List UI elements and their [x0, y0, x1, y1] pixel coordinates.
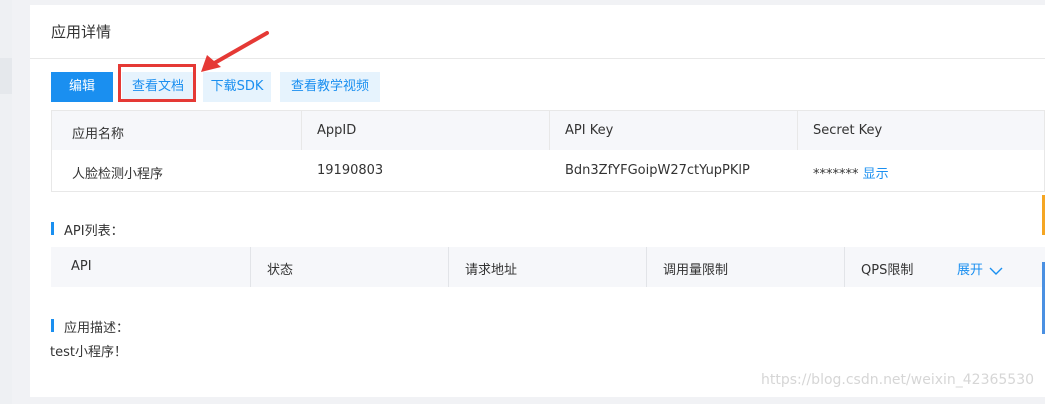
header-qps-limit: QPS限制 — [861, 263, 914, 278]
app-info-header-row — [52, 111, 1044, 150]
side-strip — [0, 0, 12, 404]
section-marker — [51, 222, 54, 235]
side-strip-marker — [0, 58, 12, 94]
column-divider — [844, 247, 845, 287]
header-api-key: API Key — [565, 123, 614, 138]
column-divider — [301, 111, 302, 150]
api-list-label: API列表： — [64, 224, 124, 239]
description-section-label: 应用描述： — [51, 317, 129, 336]
api-list-header-row: API 状态 请求地址 调用量限制 QPS限制 展开 — [51, 247, 1045, 287]
secret-key-cell: ******* 显示 — [813, 163, 889, 182]
column-divider — [448, 247, 449, 287]
annotation-arrow-icon — [201, 31, 269, 72]
column-divider — [797, 111, 798, 150]
title-divider — [30, 58, 1045, 59]
header-app-name: 应用名称 — [72, 127, 125, 142]
header-status: 状态 — [267, 263, 294, 278]
app-detail-panel: 应用详情 编辑 查看文档 下载SDK 查看教学视频 应用名称 AppID API… — [30, 5, 1045, 397]
header-secret-key: Secret Key — [813, 123, 883, 138]
expand-label: 展开 — [957, 263, 984, 278]
column-divider — [250, 247, 251, 287]
api-key-value: Bdn3ZfYFGoipW27ctYupPKlP — [565, 163, 750, 178]
watermark: https://blog.csdn.net/weixin_42365530 — [761, 372, 1035, 388]
header-api: API — [71, 259, 92, 274]
view-tutorial-video-button[interactable]: 查看教学视频 — [280, 72, 380, 102]
annotation-highlight-box — [118, 64, 196, 102]
description-label: 应用描述： — [64, 321, 130, 336]
description-text: test小程序！ — [50, 345, 127, 360]
header-request-url: 请求地址 — [465, 263, 518, 278]
edit-button[interactable]: 编辑 — [51, 72, 113, 102]
section-marker — [51, 319, 54, 332]
expand-toggle[interactable]: 展开 — [957, 259, 1003, 278]
header-call-limit: 调用量限制 — [663, 263, 729, 278]
app-name-value: 人脸检测小程序 — [72, 167, 164, 182]
secret-key-masked: ******* — [813, 167, 859, 182]
column-divider — [646, 247, 647, 287]
column-divider — [549, 111, 550, 150]
show-secret-link[interactable]: 显示 — [863, 167, 889, 182]
page-title: 应用详情 — [51, 23, 112, 41]
api-list-section-label: API列表： — [51, 220, 124, 239]
app-info-table: 应用名称 AppID API Key Secret Key 人脸检测小程序 19… — [51, 110, 1045, 192]
chevron-down-icon — [989, 267, 1003, 275]
app-id-value: 19190803 — [317, 163, 384, 178]
header-app-id: AppID — [317, 123, 357, 138]
